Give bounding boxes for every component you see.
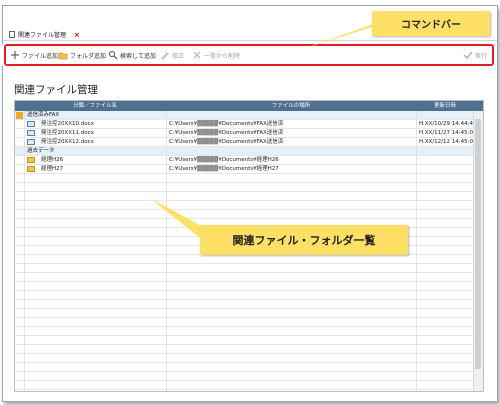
list-callout-pointer bbox=[150, 198, 205, 242]
callout-pointers bbox=[150, 20, 385, 242]
file-list-callout: 関連ファイル・フォルダ一覧 bbox=[200, 225, 408, 255]
command-bar-callout: コマンドバー bbox=[372, 11, 490, 36]
